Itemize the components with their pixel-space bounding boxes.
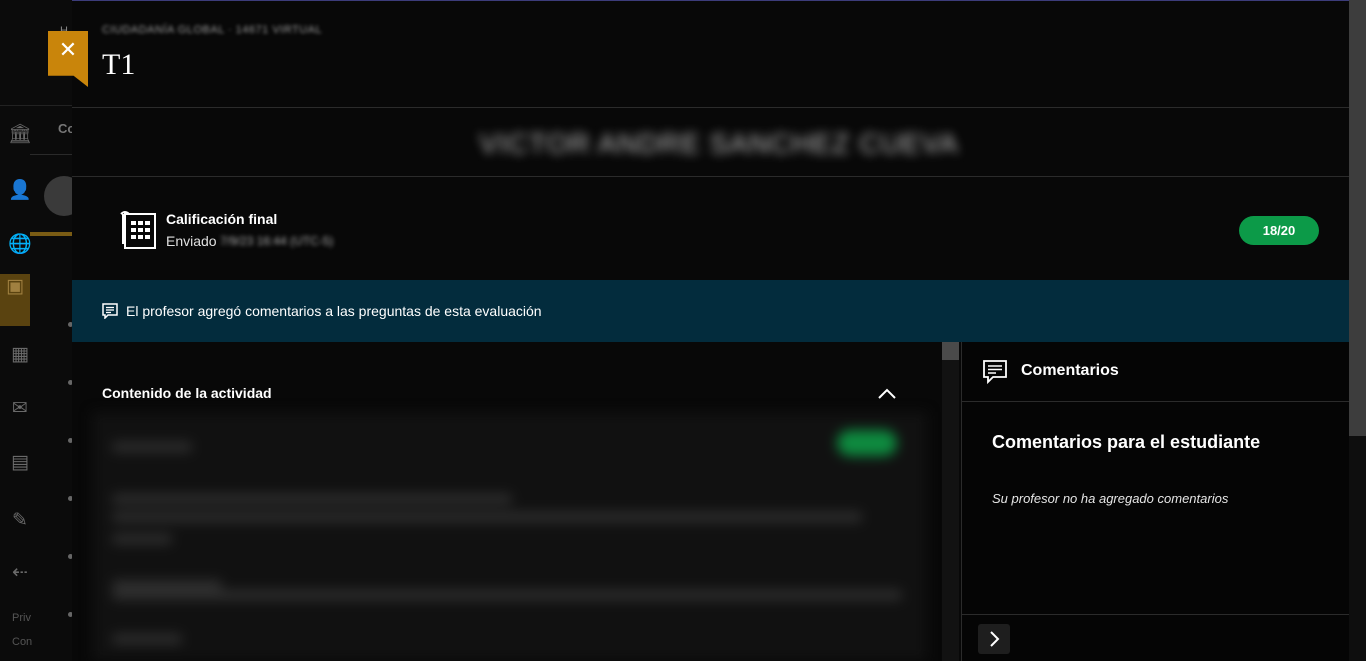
activity-content-body (92, 412, 927, 661)
submission-panel: CIUDADANÍA GLOBAL · 14671 VIRTUAL T1 VIC… (72, 0, 1366, 661)
grade-row: Calificación final Enviado 7/9/23 16:44 … (72, 177, 1366, 280)
page-scrollbar[interactable] (1349, 0, 1366, 661)
comments-title: Comentarios (1021, 362, 1119, 379)
comments-empty-note: Su profesor no ha agregado comentarios (992, 491, 1229, 506)
expand-comments-button[interactable] (978, 624, 1010, 654)
activity-content-title: Contenido de la actividad (102, 385, 272, 401)
background-divider (0, 105, 72, 106)
comments-header: Comentarios (962, 342, 1349, 402)
student-bar: VICTOR ANDRE SANCHEZ CUEVA (72, 108, 1366, 177)
calendar-icon: ▦ (11, 343, 29, 365)
page-scrollbar-thumb[interactable] (1349, 0, 1366, 436)
comments-icon (983, 360, 1007, 385)
comment-icon (102, 303, 118, 319)
messages-icon: ✉ (12, 397, 28, 419)
sent-label: Enviado (166, 233, 217, 249)
profile-icon: 👤 (8, 179, 32, 201)
final-grade-label: Calificación final (166, 211, 278, 227)
chevron-up-icon[interactable] (877, 386, 897, 400)
student-name: VICTOR ANDRE SANCHEZ CUEVA (479, 128, 959, 159)
feedback-banner-text: El profesor agregó comentarios a las pre… (126, 303, 542, 319)
feedback-banner: El profesor agregó comentarios a las pre… (72, 280, 1366, 342)
courses-icon: ▣ (0, 274, 30, 326)
background-footer-privacy: Priv (12, 612, 31, 624)
background-accent-bar (30, 232, 72, 236)
page-title: T1 (102, 48, 136, 81)
chevron-right-icon[interactable] (978, 624, 1010, 654)
comments-subtitle: Comentarios para el estudiante (992, 432, 1261, 452)
background-nav: 🏛 👤 🌐 ▣ ▦ ✉ ▤ ✎ ⇠ (0, 108, 36, 661)
activity-content: Contenido de la actividad (72, 342, 942, 661)
breadcrumb: CIUDADANÍA GLOBAL · 14671 VIRTUAL (102, 24, 323, 36)
background-footer-contact: Con (12, 636, 33, 648)
globe-icon: 🌐 (8, 233, 32, 255)
gradebook-icon (120, 211, 156, 249)
edit-icon: ✎ (12, 509, 28, 531)
institution-icon: 🏛 (8, 123, 33, 145)
comments-panel: Comentarios Comentarios para el estudian… (962, 342, 1349, 661)
comments-footer-divider (962, 614, 1349, 615)
close-icon[interactable]: ✕ (48, 33, 88, 69)
content-scrollbar[interactable] (942, 342, 959, 661)
sent-date: 7/9/23 16:44 (UTC-5) (220, 234, 334, 248)
panel-header: CIUDADANÍA GLOBAL · 14671 VIRTUAL T1 (72, 0, 1366, 108)
background-tab-underline (30, 154, 72, 155)
logout-icon: ⇠ (12, 561, 28, 583)
content-scrollbar-thumb[interactable] (942, 342, 959, 360)
grades-icon: ▤ (11, 451, 29, 473)
grade-pill[interactable]: 18/20 (1239, 216, 1319, 245)
